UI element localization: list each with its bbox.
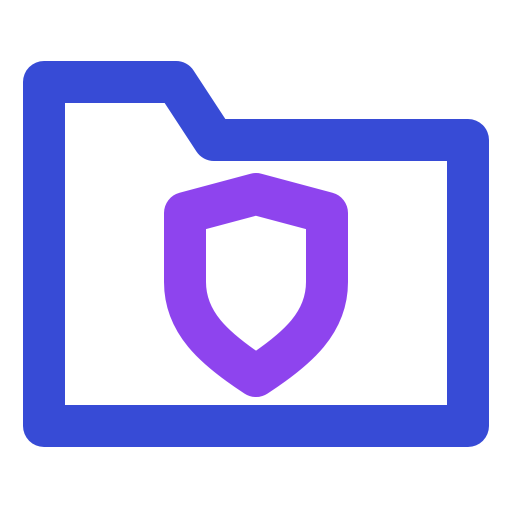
shield-icon — [164, 173, 348, 397]
shield-outline — [164, 173, 348, 397]
secure-folder-icon — [0, 0, 512, 512]
secure-folder-icon-svg — [23, 61, 489, 447]
